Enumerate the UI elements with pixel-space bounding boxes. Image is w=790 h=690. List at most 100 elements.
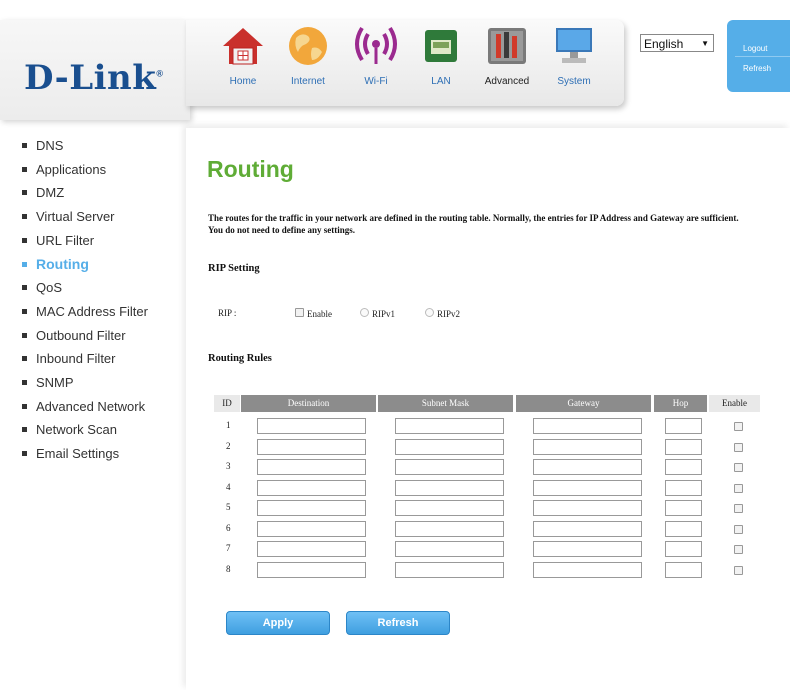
divider <box>735 56 790 57</box>
column-header-enable: Enable <box>709 395 760 412</box>
monitor-icon <box>552 24 596 68</box>
nav-label: Home <box>229 76 257 87</box>
bullet <box>22 166 27 172</box>
hop-input[interactable] <box>665 561 702 578</box>
nav-label: Wi-Fi <box>364 76 388 87</box>
nav-internet[interactable]: Internet <box>278 24 338 102</box>
sidebar-item-routing[interactable]: Routing <box>22 254 182 278</box>
subnet-input[interactable] <box>395 561 504 578</box>
nav-advanced[interactable]: Advanced <box>477 24 537 102</box>
bullet <box>22 214 27 220</box>
row-id: 7 <box>226 543 231 553</box>
bullet <box>22 190 27 196</box>
row-enable-checkbox[interactable] <box>734 442 743 452</box>
bullet <box>22 356 27 362</box>
hop-input[interactable] <box>665 438 702 455</box>
gateway-input[interactable] <box>533 438 642 455</box>
column-header-id: ID <box>214 395 240 412</box>
refresh-button[interactable]: Refresh <box>346 611 450 635</box>
hop-input[interactable] <box>665 479 702 496</box>
nav-wifi[interactable]: Wi-Fi <box>346 24 406 102</box>
subnet-input[interactable] <box>395 500 504 516</box>
sidebar-item-network-scan[interactable]: Network Scan <box>22 420 182 444</box>
subnet-input[interactable] <box>395 541 504 557</box>
gateway-input[interactable] <box>533 500 642 516</box>
ripv1-radio[interactable] <box>360 308 369 317</box>
bullet <box>22 143 27 149</box>
sidebar-item-virtual-server[interactable]: Virtual Server <box>22 207 182 231</box>
top-nav: Home Internet Wi-Fi LAN Advanced System <box>186 20 624 106</box>
row-enable-checkbox[interactable] <box>734 565 743 575</box>
hop-input[interactable] <box>665 418 702 434</box>
destination-input[interactable] <box>257 418 366 434</box>
language-select[interactable]: English ▼ <box>640 34 714 52</box>
subnet-input[interactable] <box>395 438 504 455</box>
sidebar-item-mac-address-filter[interactable]: MAC Address Filter <box>22 302 182 326</box>
row-enable-checkbox[interactable] <box>734 483 743 493</box>
nav-lan[interactable]: LAN <box>411 24 471 102</box>
rip-heading: RIP Setting <box>208 263 260 274</box>
column-header-hop: Hop <box>654 395 707 412</box>
apply-button[interactable]: Apply <box>226 611 330 635</box>
subnet-input[interactable] <box>395 479 504 496</box>
row-enable-checkbox[interactable] <box>734 545 743 554</box>
destination-input[interactable] <box>257 520 366 537</box>
destination-input[interactable] <box>257 500 366 516</box>
subnet-input[interactable] <box>395 459 504 475</box>
subnet-input[interactable] <box>395 520 504 537</box>
row-id: 3 <box>226 461 231 471</box>
sidebar-item-advanced-network[interactable]: Advanced Network <box>22 397 182 421</box>
rip-enable-checkbox[interactable] <box>295 308 304 317</box>
hop-input[interactable] <box>665 541 702 557</box>
bullet <box>22 332 27 338</box>
sidebar-item-email-settings[interactable]: Email Settings <box>22 444 182 468</box>
row-enable-checkbox[interactable] <box>734 524 743 534</box>
ripv2-label: RIPv2 <box>437 309 461 319</box>
sidebar-item-url-filter[interactable]: URL Filter <box>22 231 182 255</box>
destination-input[interactable] <box>257 459 366 475</box>
row-id: 8 <box>226 563 231 574</box>
logout-link[interactable]: Logout <box>743 44 767 53</box>
nav-system[interactable]: System <box>544 24 604 102</box>
bullet <box>22 403 27 409</box>
sidebar-item-snmp[interactable]: SNMP <box>22 373 182 397</box>
sidebar-item-qos[interactable]: QoS <box>22 278 182 302</box>
destination-input[interactable] <box>257 438 366 455</box>
refresh-link[interactable]: Refresh <box>743 64 771 73</box>
destination-input[interactable] <box>257 561 366 578</box>
ripv2-radio[interactable] <box>425 308 434 317</box>
sidebar-item-dns[interactable]: DNS <box>22 136 182 160</box>
row-enable-checkbox[interactable] <box>734 463 743 472</box>
gateway-input[interactable] <box>533 418 642 434</box>
header: D-Link® Home Internet Wi-Fi LAN Advanced… <box>0 10 790 120</box>
nav-home[interactable]: Home <box>213 24 273 102</box>
gateway-input[interactable] <box>533 541 642 557</box>
rip-row: RIP : Enable RIPv1 RIPv2 <box>218 306 518 322</box>
intro-text: The routes for the traffic in your netwo… <box>208 213 739 235</box>
sidebar-item-applications[interactable]: Applications <box>22 160 182 184</box>
sidebar-item-outbound-filter[interactable]: Outbound Filter <box>22 326 182 350</box>
table-row: 8 <box>214 561 760 582</box>
row-enable-checkbox[interactable] <box>734 504 743 513</box>
destination-input[interactable] <box>257 479 366 496</box>
table-row: 3 <box>214 459 760 479</box>
row-enable-checkbox[interactable] <box>734 422 743 431</box>
page-title: Routing <box>207 156 294 182</box>
row-id: 2 <box>226 440 231 451</box>
nav-label: LAN <box>431 76 451 87</box>
table-row: 6 <box>214 520 760 541</box>
gateway-input[interactable] <box>533 459 642 475</box>
sidebar-item-dmz[interactable]: DMZ <box>22 183 182 207</box>
bullet <box>22 308 27 314</box>
gateway-input[interactable] <box>533 479 642 496</box>
gateway-input[interactable] <box>533 520 642 537</box>
hop-input[interactable] <box>665 459 702 475</box>
gateway-input[interactable] <box>533 561 642 578</box>
ripv1-label: RIPv1 <box>372 309 396 319</box>
bullet <box>22 285 27 291</box>
hop-input[interactable] <box>665 520 702 537</box>
destination-input[interactable] <box>257 541 366 557</box>
sidebar-item-inbound-filter[interactable]: Inbound Filter <box>22 349 182 373</box>
hop-input[interactable] <box>665 500 702 516</box>
subnet-input[interactable] <box>395 418 504 434</box>
